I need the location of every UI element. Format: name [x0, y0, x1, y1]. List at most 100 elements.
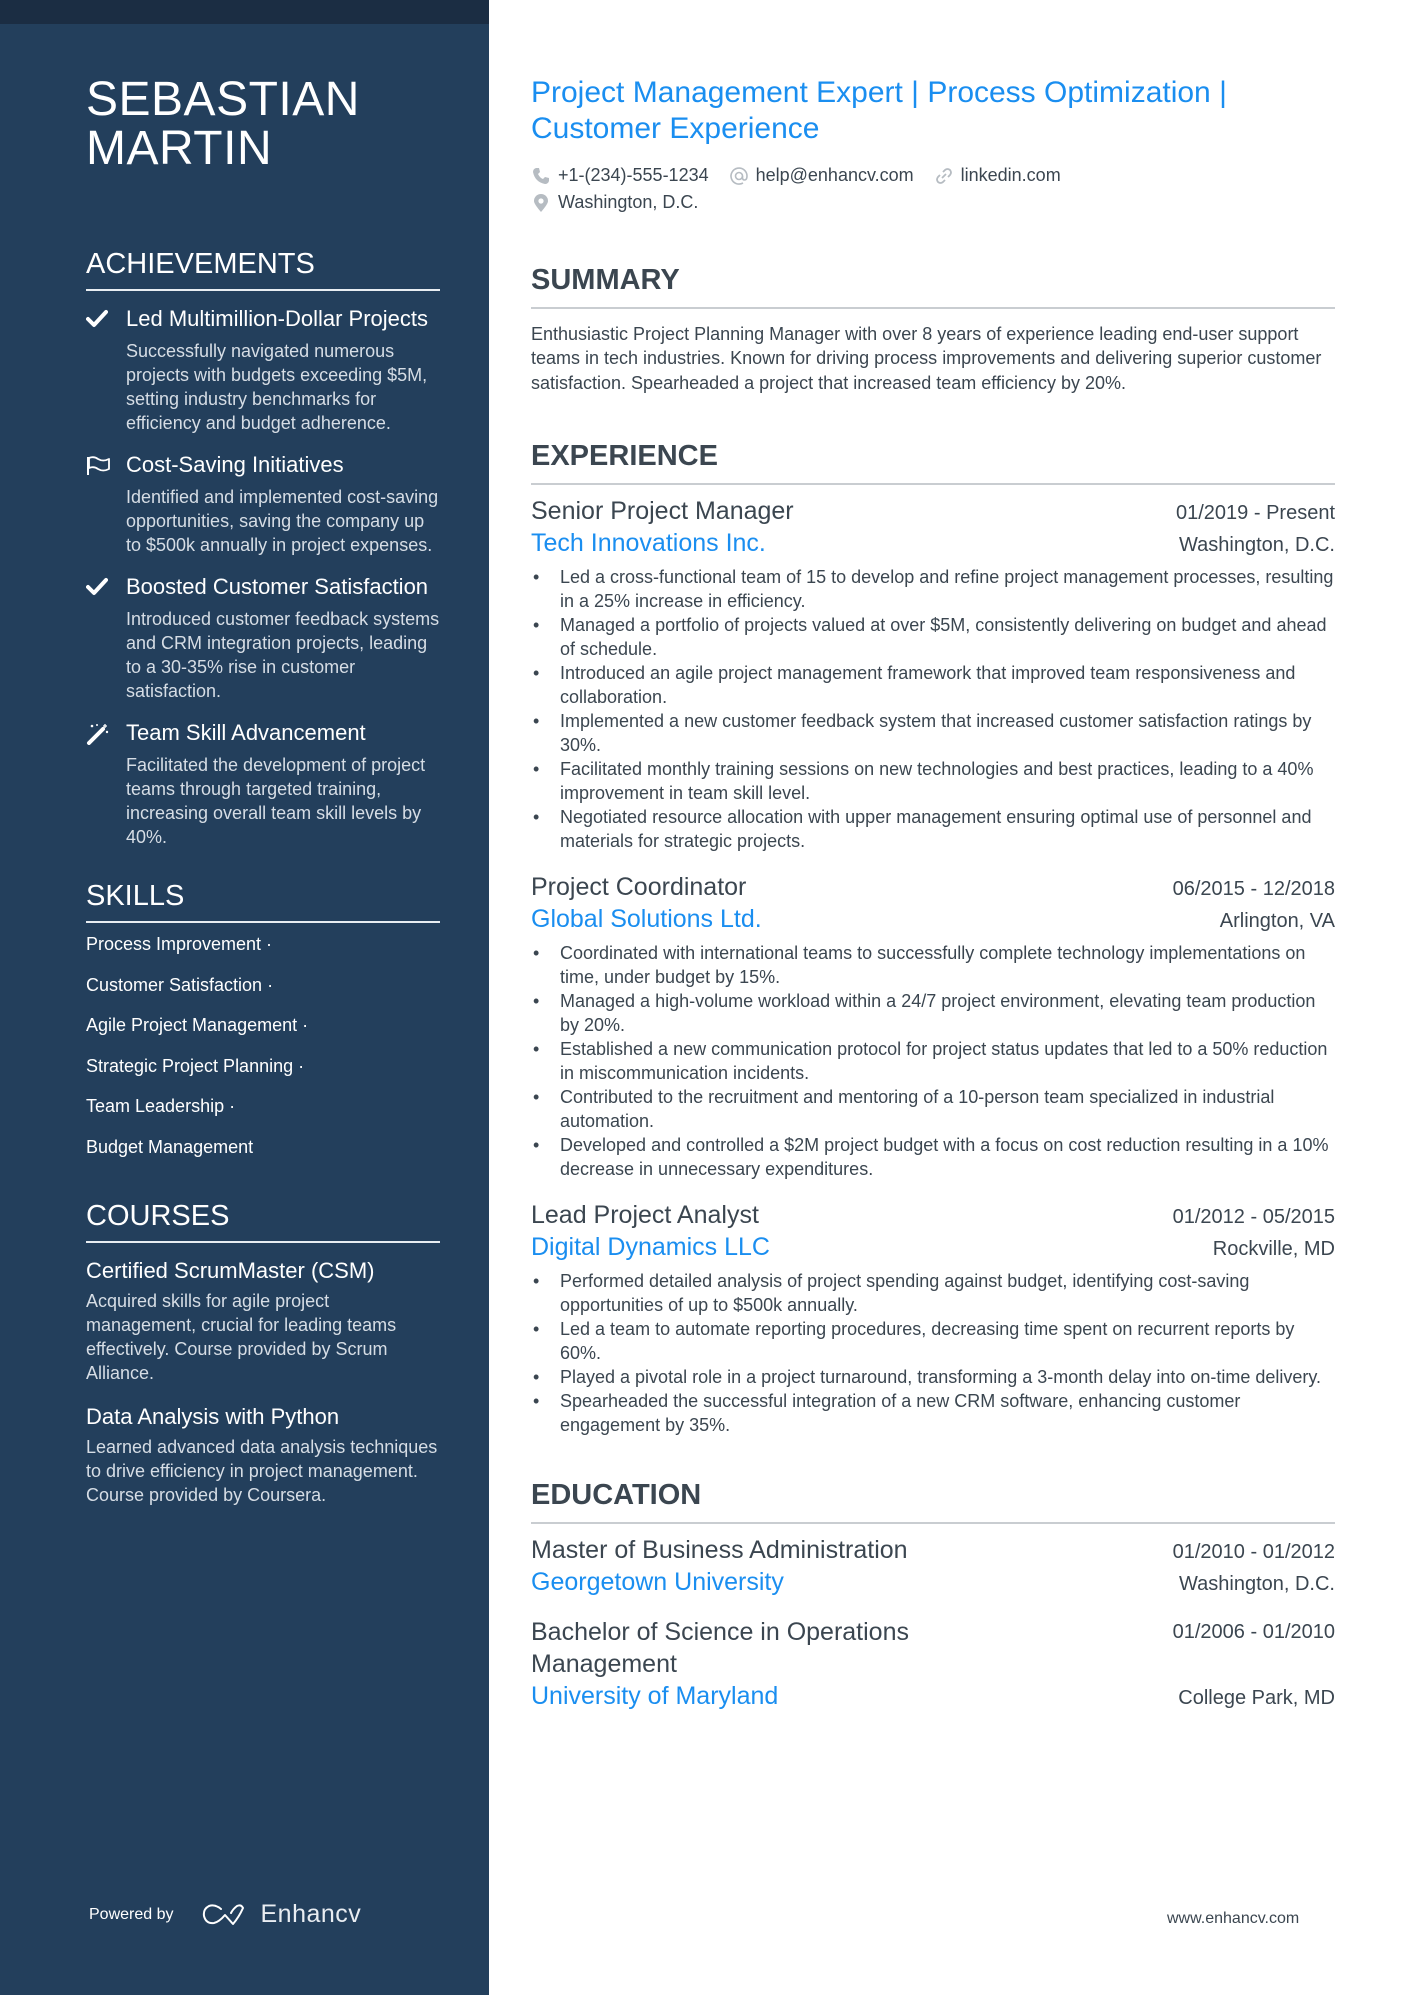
course-title: Data Analysis with Python [86, 1403, 340, 1429]
job-bullet: Developed and controlled a $2M project b… [531, 1133, 1335, 1181]
summary-heading: SUMMARY [531, 262, 1335, 309]
phone-text: +1-(234)-555-1234 [558, 165, 709, 185]
job-company: Tech Innovations Inc. [531, 528, 766, 557]
education-entry: Master of Business Administration 01/201… [531, 1534, 1335, 1598]
sidebar-top-band [0, 0, 489, 24]
education-entry: Bachelor of Science in Operations Manage… [531, 1616, 1335, 1712]
job-entry: Senior Project Manager 01/2019 - Present… [531, 495, 1335, 853]
job-dates: 01/2012 - 05/2015 [1172, 1205, 1335, 1228]
job-role: Lead Project Analyst [531, 1200, 759, 1229]
courses-heading: COURSES [86, 1198, 440, 1243]
job-bullets: Led a cross-functional team of 15 to dev… [531, 565, 1335, 853]
courses-section: COURSES Certified ScrumMaster (CSM) Acqu… [86, 1198, 440, 1507]
job-location: Arlington, VA [1219, 909, 1335, 932]
powered-by-footer: Powered by Enhancv [89, 1900, 361, 1929]
job-bullet: Coordinated with international teams to … [531, 941, 1335, 989]
job-bullet: Managed a portfolio of projects valued a… [531, 613, 1335, 661]
course-desc: Acquired skills for agile project manage… [86, 1290, 397, 1383]
achievement-item: Cost-Saving Initiatives Identified and i… [86, 451, 440, 557]
achievement-desc: Identified and implemented cost-saving o… [126, 487, 439, 555]
job-dates: 01/2019 - Present [1176, 501, 1335, 524]
edu-location: College Park, MD [1178, 1686, 1335, 1709]
email-text: help@enhancv.com [755, 165, 914, 185]
education-section: EDUCATION Master of Business Administrat… [531, 1477, 1335, 1712]
main-content: Project Management Expert | Process Opti… [531, 75, 1335, 1712]
experience-section: EXPERIENCE Senior Project Manager 01/201… [531, 438, 1335, 1437]
job-location: Washington, D.C. [1179, 533, 1335, 556]
job-bullet: Managed a high-volume workload within a … [531, 989, 1335, 1037]
skill-item: Budget Management [86, 1136, 254, 1157]
course-desc: Learned advanced data analysis technique… [86, 1436, 438, 1505]
job-bullets: Performed detailed analysis of project s… [531, 1269, 1335, 1437]
sidebar: SEBASTIAN MARTIN ACHIEVEMENTS Led Multim… [0, 0, 489, 1995]
achievements-heading: ACHIEVEMENTS [86, 246, 440, 291]
contact-email[interactable]: help@enhancv.com [729, 165, 914, 186]
job-bullet: Established a new communication protocol… [531, 1037, 1335, 1085]
achievement-title: Cost-Saving Initiatives [126, 452, 344, 477]
headline: Project Management Expert | Process Opti… [531, 76, 1227, 145]
job-bullet: Contributed to the recruitment and mento… [531, 1085, 1335, 1133]
job-role: Senior Project Manager [531, 496, 794, 525]
course-item: Certified ScrumMaster (CSM) Acquired ski… [86, 1257, 440, 1385]
achievement-title: Team Skill Advancement [126, 720, 366, 745]
job-bullet: Implemented a new customer feedback syst… [531, 709, 1335, 757]
job-entry: Lead Project Analyst 01/2012 - 05/2015 D… [531, 1199, 1335, 1437]
achievement-desc: Facilitated the development of project t… [126, 755, 426, 847]
job-bullet: Led a cross-functional team of 15 to dev… [531, 565, 1335, 613]
link-text: linkedin.com [960, 165, 1061, 185]
location-text: Washington, D.C. [558, 192, 699, 212]
job-bullet: Introduced an agile project management f… [531, 661, 1335, 709]
degree: Bachelor of Science in Operations Manage… [531, 1617, 909, 1678]
job-dates: 06/2015 - 12/2018 [1172, 877, 1335, 900]
skills-heading: SKILLS [86, 878, 440, 923]
summary-text: Enthusiastic Project Planning Manager wi… [531, 324, 1322, 393]
school: University of Maryland [531, 1681, 779, 1710]
contact-phone[interactable]: +1-(234)-555-1234 [531, 165, 709, 186]
achievement-desc: Successfully navigated numerous projects… [126, 341, 428, 433]
contact-link[interactable]: linkedin.com [934, 165, 1061, 186]
school: Georgetown University [531, 1567, 784, 1596]
enhancv-logo-icon [201, 1902, 249, 1928]
at-icon [729, 166, 749, 186]
contact-location: Washington, D.C. [531, 192, 698, 213]
job-location: Rockville, MD [1212, 1237, 1335, 1260]
achievement-item: Led Multimillion-Dollar Projects Success… [86, 305, 440, 435]
degree: Master of Business Administration [531, 1535, 908, 1564]
location-pin-icon [531, 193, 551, 213]
name-last: MARTIN [86, 122, 273, 175]
achievements-section: ACHIEVEMENTS Led Multimillion-Dollar Pro… [86, 246, 440, 849]
edu-dates: 01/2010 - 01/2012 [1172, 1540, 1335, 1563]
job-bullet: Negotiated resource allocation with uppe… [531, 805, 1335, 853]
skill-item: Process Improvement · [86, 934, 273, 954]
name-first: SEBASTIAN [86, 73, 360, 126]
edu-dates: 01/2006 - 01/2010 [1172, 1620, 1335, 1643]
education-heading: EDUCATION [531, 1477, 1335, 1524]
edu-location: Washington, D.C. [1179, 1572, 1335, 1595]
magic-wand-icon [86, 723, 110, 745]
job-bullet: Facilitated monthly training sessions on… [531, 757, 1335, 805]
check-icon [86, 309, 110, 331]
job-company: Digital Dynamics LLC [531, 1232, 770, 1261]
achievement-desc: Introduced customer feedback systems and… [126, 609, 440, 701]
achievement-item: Team Skill Advancement Facilitated the d… [86, 719, 440, 849]
powered-by-label: Powered by [89, 1905, 174, 1923]
flag-icon [86, 455, 110, 477]
job-bullet: Played a pivotal role in a project turna… [531, 1365, 1335, 1389]
link-icon [934, 166, 954, 186]
experience-heading: EXPERIENCE [531, 438, 1335, 485]
achievement-item: Boosted Customer Satisfaction Introduced… [86, 573, 440, 703]
course-title: Certified ScrumMaster (CSM) [86, 1257, 375, 1283]
skill-item: Customer Satisfaction · [86, 974, 274, 995]
job-company: Global Solutions Ltd. [531, 904, 762, 933]
enhancv-brand: Enhancv [260, 1900, 362, 1928]
job-bullet: Performed detailed analysis of project s… [531, 1269, 1335, 1317]
job-bullet: Spearheaded the successful integration o… [531, 1389, 1335, 1437]
job-bullet: Led a team to automate reporting procedu… [531, 1317, 1335, 1365]
skill-item: Strategic Project Planning · [86, 1055, 305, 1076]
achievement-title: Boosted Customer Satisfaction [126, 574, 429, 599]
course-item: Data Analysis with Python Learned advanc… [86, 1403, 440, 1507]
website-link[interactable]: www.enhancv.com [1167, 1910, 1299, 1928]
skill-item: Team Leadership · [86, 1096, 236, 1116]
person-name: SEBASTIAN MARTIN [86, 75, 440, 173]
job-role: Project Coordinator [531, 872, 747, 901]
